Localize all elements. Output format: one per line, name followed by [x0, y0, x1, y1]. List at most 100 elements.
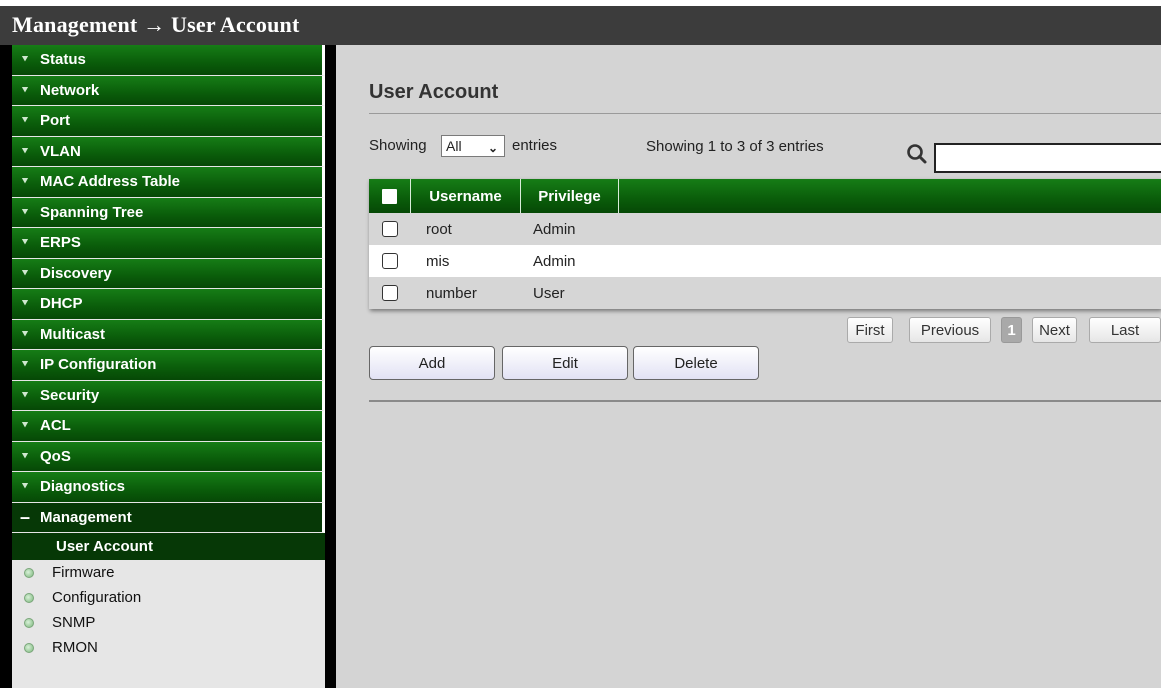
sidebar-item-network[interactable]: ⯆︎ Network [12, 75, 325, 106]
page-breadcrumb-title: Management → User Account [12, 12, 300, 37]
sidebar: ⯆︎ Status ⯆︎ Network ⯆︎ Port ⯆︎ VLAN ⯆︎ MAC A… [12, 45, 325, 688]
sidebar-item-label: IP Configuration [40, 356, 157, 374]
pagination-last-button[interactable]: Last [1089, 317, 1161, 343]
sidebar-item-dhcp[interactable]: ⯆︎ DHCP [12, 289, 325, 320]
sidebar-item-label: MAC Address Table [40, 173, 181, 191]
sidebar-item-label: Discovery [40, 264, 112, 282]
double-chevron-down-icon: ⯆︎ [21, 420, 29, 432]
delete-button[interactable]: Delete [633, 346, 759, 380]
sidebar-subitem-user-account[interactable]: User Account [12, 533, 325, 560]
sidebar-subitem-label: Configuration [52, 589, 142, 606]
table-row[interactable]: mis Admin [369, 245, 1161, 277]
entries-label: entries [512, 137, 558, 154]
page-size-select[interactable]: All ⌄ [441, 135, 505, 157]
double-chevron-down-icon: ⯆︎ [21, 481, 29, 493]
double-chevron-down-icon: ⯆︎ [21, 115, 29, 127]
green-dot-icon [24, 592, 34, 603]
sidebar-subitem-label: RMON [52, 639, 98, 656]
sidebar-item-management[interactable]: – Management [12, 502, 325, 533]
column-header-privilege[interactable]: Privilege [521, 179, 619, 213]
pagination-previous-button[interactable]: Previous [909, 317, 991, 343]
entries-summary: Showing 1 to 3 of 3 entries [646, 138, 824, 155]
double-chevron-down-icon: ⯆︎ [21, 267, 29, 279]
submenu-active-row: User Account [12, 533, 325, 560]
sidebar-item-label: Spanning Tree [40, 203, 144, 221]
sidebar-subitem-firmware[interactable]: Firmware [12, 560, 325, 585]
pagination-page-button[interactable]: 1 [1001, 317, 1022, 343]
double-chevron-down-icon: ⯆︎ [21, 298, 29, 310]
double-chevron-down-icon: ⯆︎ [21, 389, 29, 401]
sidebar-item-label: Management [40, 508, 132, 526]
add-button[interactable]: Add [369, 346, 495, 380]
double-chevron-down-icon: ⯆︎ [21, 84, 29, 96]
main-content: User Account Showing All ⌄ entries Showi… [336, 45, 1161, 688]
sidebar-item-erps[interactable]: ⯆︎ ERPS [12, 228, 325, 259]
sidebar-item-vlan[interactable]: ⯆︎ VLAN [12, 136, 325, 167]
username-cell: number [426, 284, 477, 302]
page-size-value: All [446, 138, 462, 154]
title-divider [369, 113, 1161, 114]
title-bar: Management → User Account [0, 0, 1161, 45]
sidebar-item-label: Status [40, 51, 86, 69]
privilege-cell: Admin [533, 252, 576, 270]
sidebar-item-label: DHCP [40, 295, 83, 313]
double-chevron-down-icon: ⯆︎ [21, 145, 29, 157]
chevron-down-icon: ⌄ [487, 141, 498, 155]
sidebar-item-label: Security [40, 386, 100, 404]
sidebar-item-port[interactable]: ⯆︎ Port [12, 106, 325, 137]
sidebar-item-label: Port [40, 112, 70, 130]
pagination-first-button[interactable]: First [847, 317, 893, 343]
sidebar-item-label: VLAN [40, 142, 81, 160]
sidebar-item-label: Diagnostics [40, 478, 126, 496]
sidebar-item-label: QoS [40, 447, 71, 465]
sidebar-item-multicast[interactable]: ⯆︎ Multicast [12, 319, 325, 350]
select-all-cell [369, 179, 411, 213]
sidebar-item-mac-address-table[interactable]: ⯆︎ MAC Address Table [12, 167, 325, 198]
table-row[interactable]: root Admin [369, 213, 1161, 245]
showing-label: Showing [369, 137, 427, 154]
user-table: Username Privilege root Admin mis Admin … [369, 179, 1161, 309]
sidebar-frame-border [325, 45, 336, 688]
search-icon [906, 143, 928, 168]
sidebar-item-label: Network [40, 81, 100, 99]
left-frame-border [0, 45, 12, 688]
sidebar-item-label: ACL [40, 417, 71, 435]
green-dot-icon [24, 617, 34, 628]
sidebar-item-discovery[interactable]: ⯆︎ Discovery [12, 258, 325, 289]
minus-icon: – [19, 506, 30, 527]
row-checkbox[interactable] [382, 221, 398, 237]
sidebar-subitem-configuration[interactable]: Configuration [12, 585, 325, 610]
sidebar-item-ip-configuration[interactable]: ⯆︎ IP Configuration [12, 350, 325, 381]
table-row[interactable]: number User [369, 277, 1161, 309]
sidebar-item-label: Multicast [40, 325, 106, 343]
sidebar-subitem-snmp[interactable]: SNMP [12, 610, 325, 635]
green-dot-icon [24, 642, 34, 653]
page-title: User Account [369, 81, 499, 103]
double-chevron-down-icon: ⯆︎ [21, 328, 29, 340]
green-dot-icon [24, 567, 34, 578]
sidebar-subitem-label: SNMP [52, 614, 96, 631]
sidebar-item-acl[interactable]: ⯆︎ ACL [12, 411, 325, 442]
double-chevron-down-icon: ⯆︎ [21, 237, 29, 249]
double-chevron-down-icon: ⯆︎ [21, 206, 29, 218]
section-divider [369, 400, 1161, 402]
column-header-username[interactable]: Username [411, 179, 521, 213]
row-checkbox[interactable] [382, 253, 398, 269]
sidebar-subitem-rmon[interactable]: RMON [12, 635, 325, 660]
search-input[interactable] [934, 143, 1161, 173]
table-header: Username Privilege [369, 179, 1161, 213]
sidebar-item-status[interactable]: ⯆︎ Status [12, 45, 325, 76]
sidebar-item-qos[interactable]: ⯆︎ QoS [12, 441, 325, 472]
select-all-checkbox[interactable] [382, 188, 397, 204]
row-checkbox[interactable] [382, 285, 398, 301]
sidebar-item-diagnostics[interactable]: ⯆︎ Diagnostics [12, 472, 325, 503]
privilege-cell: User [533, 284, 565, 302]
pagination-next-button[interactable]: Next [1032, 317, 1077, 343]
sidebar-item-security[interactable]: ⯆︎ Security [12, 380, 325, 411]
double-chevron-down-icon: ⯆︎ [21, 176, 29, 188]
double-chevron-down-icon: ⯆︎ [21, 359, 29, 371]
sidebar-item-label: ERPS [40, 234, 81, 252]
sidebar-item-spanning-tree[interactable]: ⯆︎ Spanning Tree [12, 197, 325, 228]
double-chevron-down-icon: ⯆︎ [21, 450, 29, 462]
edit-button[interactable]: Edit [502, 346, 628, 380]
